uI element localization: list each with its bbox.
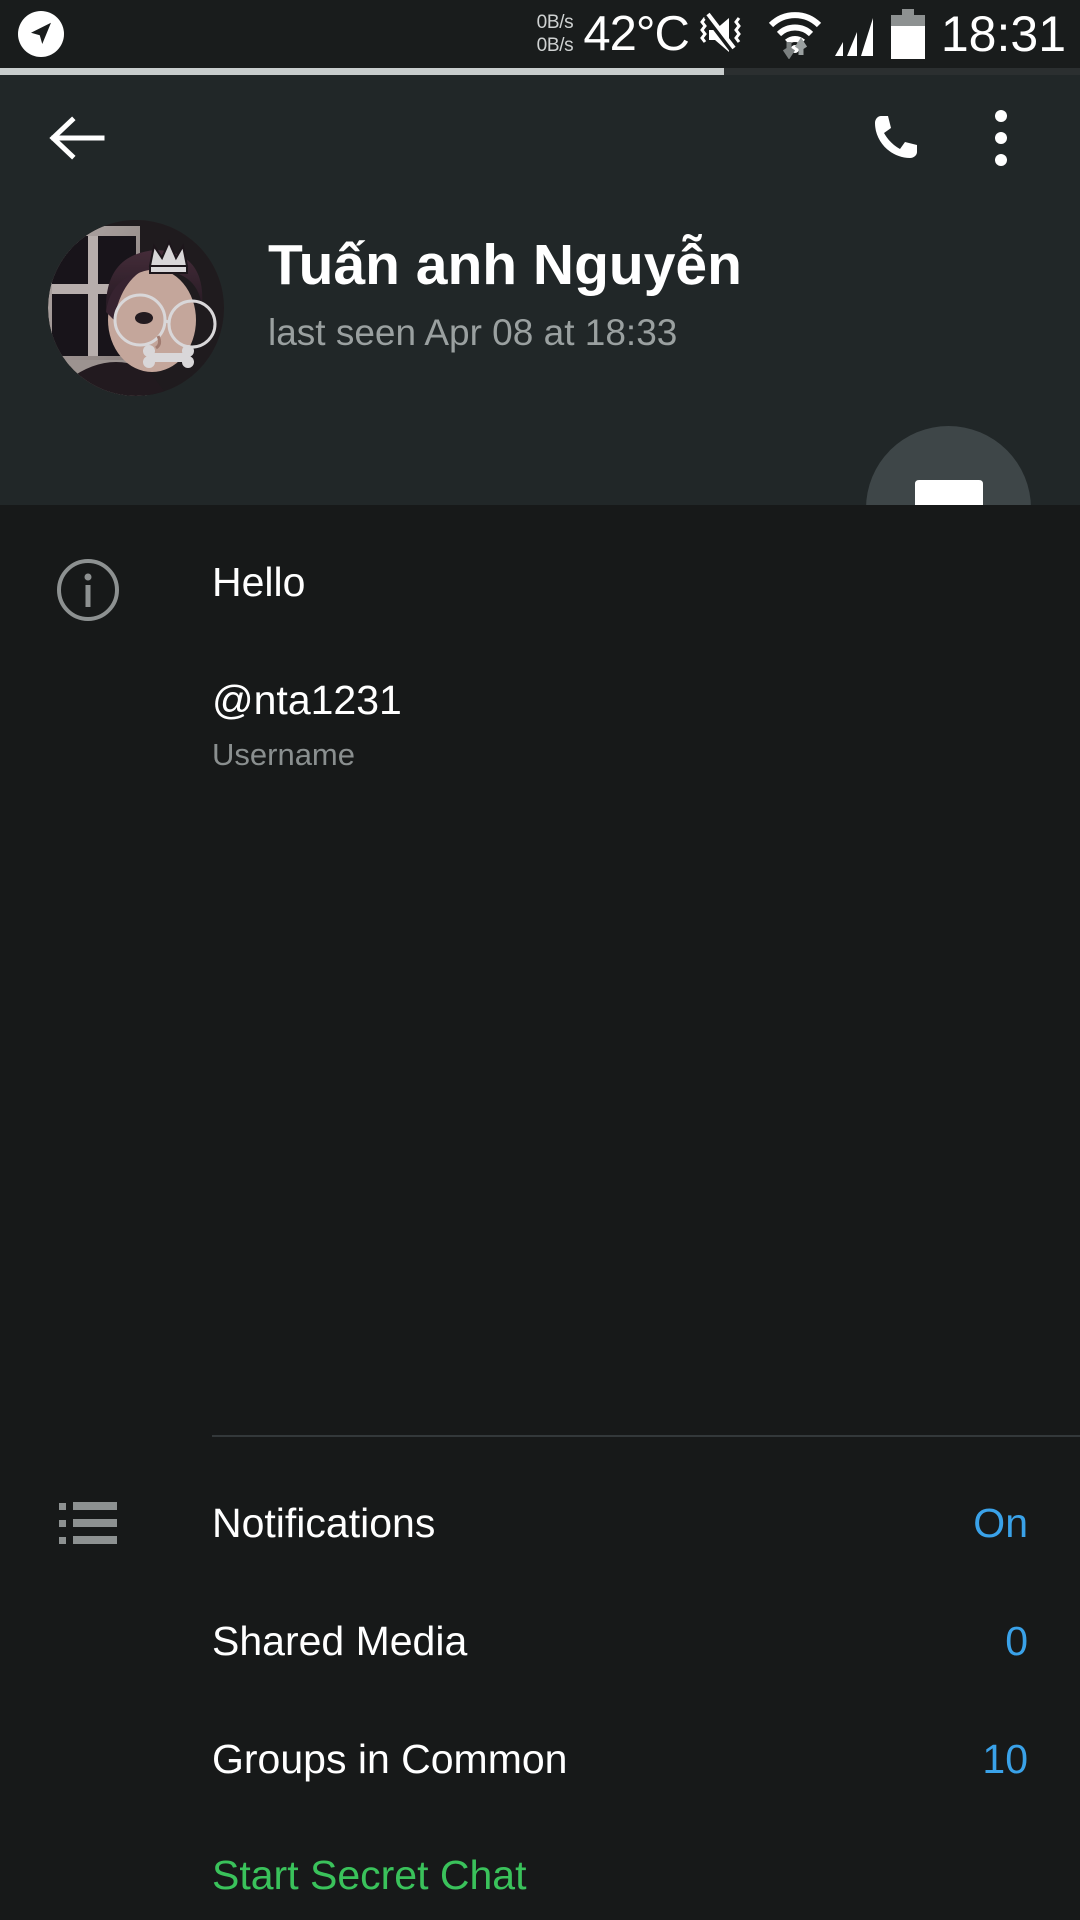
row-shared-media-label: Shared Media — [212, 1616, 467, 1666]
net-speed-down: 0B/s — [537, 11, 574, 34]
row-shared-media-value: 0 — [1005, 1616, 1028, 1666]
username-main: @nta1231 Username — [212, 675, 402, 775]
row-notifications[interactable]: Notifications On — [0, 1477, 1080, 1569]
row-notifications-value: On — [973, 1498, 1028, 1548]
loading-progress-bar — [0, 68, 1080, 75]
mute-vibrate-icon — [699, 10, 757, 58]
back-arrow-icon[interactable] — [42, 103, 112, 173]
status-bar-right: 0B/s 0B/s 42°C — [537, 5, 1080, 63]
username-row[interactable]: @nta1231 Username — [0, 607, 1080, 775]
profile-summary: Tuấn anh Nguyễn last seen Apr 08 at 18:3… — [0, 200, 1080, 396]
temperature-indicator: 42°C — [583, 6, 688, 62]
row-groups-in-common[interactable]: Groups in Common 10 — [0, 1713, 1080, 1805]
username-value: @nta1231 — [212, 675, 402, 725]
toolbar-actions — [860, 103, 1080, 173]
phone-icon[interactable] — [860, 103, 930, 173]
start-secret-chat-button[interactable]: Start Secret Chat — [212, 1850, 526, 1900]
row-notifications-label: Notifications — [212, 1498, 435, 1548]
profile-content: Hello @nta1231 Username Notifications On — [0, 505, 1080, 1920]
avatar[interactable] — [48, 220, 224, 396]
bio-main: Hello — [212, 557, 305, 607]
more-vertical-icon[interactable] — [966, 103, 1036, 173]
toolbar — [0, 75, 1080, 200]
navigation-arrow-icon — [18, 11, 64, 57]
last-seen-status: last seen Apr 08 at 18:33 — [268, 310, 742, 356]
wifi-icon — [767, 9, 823, 59]
row-groups-in-common-label: Groups in Common — [212, 1734, 567, 1784]
section-divider — [212, 1435, 1080, 1437]
telegram-profile-screen: 0B/s 0B/s 42°C — [0, 0, 1080, 1920]
profile-text: Tuấn anh Nguyễn last seen Apr 08 at 18:3… — [268, 230, 742, 356]
row-groups-in-common-value: 10 — [982, 1734, 1028, 1784]
status-bar-clock: 18:31 — [941, 5, 1066, 63]
battery-icon — [891, 9, 925, 59]
row-shared-media[interactable]: Shared Media 0 — [0, 1595, 1080, 1687]
bio-row[interactable]: Hello — [0, 505, 1080, 607]
bio-text: Hello — [212, 557, 305, 607]
net-speed-up: 0B/s — [537, 34, 574, 57]
loading-progress-fill — [0, 68, 724, 75]
signal-bars-icon — [833, 10, 881, 58]
status-bar-left — [0, 11, 64, 57]
list-icon — [52, 1502, 124, 1544]
page-title: Tuấn anh Nguyễn — [268, 230, 742, 300]
network-speed-indicator: 0B/s 0B/s — [537, 11, 574, 57]
status-bar: 0B/s 0B/s 42°C — [0, 0, 1080, 68]
username-label: Username — [212, 735, 402, 775]
